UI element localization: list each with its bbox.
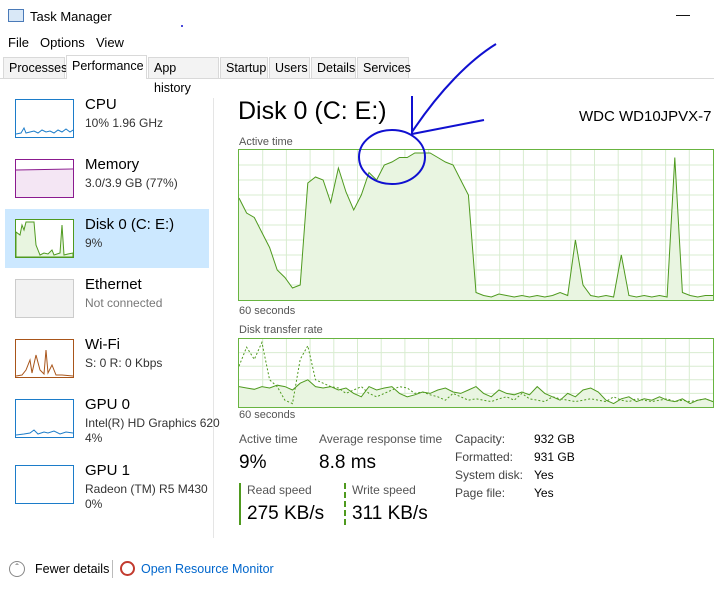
annotation-circle — [358, 129, 426, 185]
resource-monitor-icon[interactable] — [120, 561, 135, 576]
open-resource-monitor-link[interactable]: Open Resource Monitor — [141, 562, 274, 576]
annotation-overlay — [181, 25, 497, 185]
chevron-up-icon[interactable]: ˆ — [9, 561, 25, 577]
fewer-details-button[interactable]: Fewer details — [35, 562, 109, 576]
footer-divider — [112, 560, 113, 578]
annotation-dot — [181, 25, 183, 27]
annotation-arrow-line — [411, 43, 497, 133]
